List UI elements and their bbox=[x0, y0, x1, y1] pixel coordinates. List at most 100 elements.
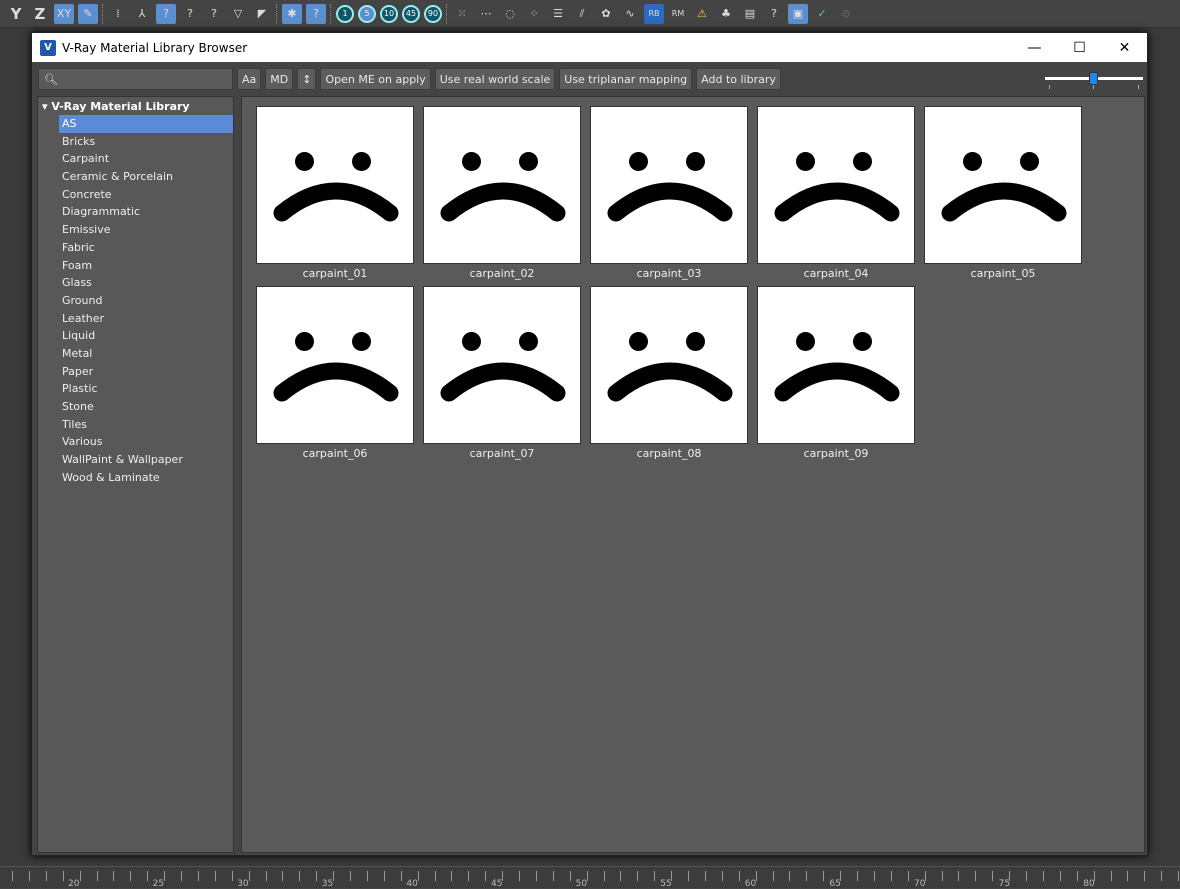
material-name: carpaint_03 bbox=[636, 267, 702, 280]
material-name: carpaint_01 bbox=[302, 267, 368, 280]
angle-snap-5[interactable]: 5 bbox=[358, 4, 376, 23]
close-button[interactable]: ✕ bbox=[1102, 40, 1147, 56]
tree-item[interactable]: Fabric bbox=[59, 239, 233, 257]
tree-item[interactable]: Carpaint bbox=[59, 150, 233, 168]
minimize-button[interactable]: — bbox=[1012, 40, 1057, 56]
ruler-tick bbox=[45, 871, 47, 881]
material-card[interactable]: carpaint_07 bbox=[423, 286, 581, 466]
missing-preview-icon[interactable] bbox=[423, 286, 581, 444]
tree-item[interactable]: Glass bbox=[59, 274, 233, 292]
tree-item[interactable]: Leather bbox=[59, 310, 233, 328]
ruler-tick bbox=[519, 871, 520, 881]
tree-item[interactable]: Metal bbox=[59, 345, 233, 363]
tree-item[interactable]: Paper bbox=[59, 363, 233, 381]
ruler-tick bbox=[552, 871, 554, 881]
missing-preview-icon[interactable] bbox=[757, 106, 915, 264]
tree-item[interactable]: Stone bbox=[59, 398, 233, 416]
snap-vertex-icon[interactable]: ? bbox=[156, 3, 176, 24]
tree-item[interactable]: Various bbox=[59, 433, 233, 451]
angle-snap-90[interactable]: 90 bbox=[424, 4, 442, 23]
sort-button[interactable]: ↕ bbox=[297, 68, 317, 90]
check-icon[interactable]: ✓ bbox=[812, 4, 832, 24]
tree-item[interactable]: Foam bbox=[59, 257, 233, 275]
real-world-scale-button[interactable]: Use real world scale bbox=[434, 68, 556, 90]
snap-midpoint-icon[interactable]: ? bbox=[204, 4, 224, 24]
ruler-tick bbox=[535, 871, 537, 881]
tree-item[interactable]: Wood & Laminate bbox=[59, 469, 233, 487]
material-name: carpaint_08 bbox=[636, 447, 702, 460]
material-card[interactable]: carpaint_06 bbox=[256, 286, 414, 466]
snap-face-icon[interactable]: ▽ bbox=[228, 4, 248, 24]
paint-icon[interactable]: ✿ bbox=[596, 4, 616, 24]
list-icon[interactable]: ▤ bbox=[740, 4, 760, 24]
missing-preview-icon[interactable] bbox=[590, 286, 748, 444]
snap-tangent-icon[interactable]: ◤ bbox=[252, 4, 272, 24]
axis-z-button[interactable]: Z bbox=[30, 4, 50, 24]
tree-item[interactable]: Concrete bbox=[59, 186, 233, 204]
tree-item[interactable]: Ceramic & Porcelain bbox=[59, 168, 233, 186]
align-icon[interactable]: ⁘ bbox=[524, 4, 544, 24]
material-card[interactable]: carpaint_05 bbox=[924, 106, 1082, 286]
angle-snap-1[interactable]: 1 bbox=[336, 4, 354, 23]
material-card[interactable]: carpaint_09 bbox=[757, 286, 915, 466]
search-input[interactable]: 🔍︎ bbox=[38, 68, 233, 90]
missing-preview-icon[interactable] bbox=[757, 286, 915, 444]
missing-preview-icon[interactable] bbox=[256, 286, 414, 444]
snap-options-icon[interactable]: ✱ bbox=[282, 3, 302, 24]
angle-snap-45[interactable]: 45 bbox=[402, 4, 420, 23]
render-manager-icon[interactable]: RM bbox=[668, 4, 688, 24]
render-button-icon[interactable]: RB bbox=[644, 3, 664, 24]
warning-icon[interactable]: ⚠ bbox=[692, 4, 712, 24]
help-icon[interactable]: ? bbox=[764, 4, 784, 24]
tree-item[interactable]: Emissive bbox=[59, 221, 233, 239]
tree-item[interactable]: Liquid bbox=[59, 327, 233, 345]
ruler-tick bbox=[1026, 871, 1027, 881]
curve-icon[interactable]: ∿ bbox=[620, 4, 640, 24]
axis-constraint-icon[interactable]: ✎ bbox=[78, 3, 98, 24]
array-icon[interactable]: ⁙ bbox=[452, 4, 472, 24]
axis-xy-button[interactable]: XY bbox=[54, 3, 74, 24]
maximize-button[interactable]: ☐ bbox=[1057, 40, 1102, 56]
angle-snap-10[interactable]: 10 bbox=[380, 4, 398, 23]
material-card[interactable]: carpaint_03 bbox=[590, 106, 748, 286]
missing-preview-icon[interactable] bbox=[924, 106, 1082, 264]
tree-item[interactable]: WallPaint & Wallpaper bbox=[59, 451, 233, 469]
ruler-tick bbox=[1127, 871, 1129, 881]
material-card[interactable]: carpaint_02 bbox=[423, 106, 581, 286]
layers-icon[interactable]: ☰ bbox=[548, 4, 568, 24]
separator bbox=[276, 3, 278, 24]
md-button[interactable]: MD bbox=[265, 68, 294, 90]
match-case-button[interactable]: Aa bbox=[237, 68, 262, 90]
open-me-on-apply-button[interactable]: Open ME on apply bbox=[320, 68, 431, 90]
tree-item[interactable]: Plastic bbox=[59, 380, 233, 398]
snap-pivot-icon[interactable]: ⅄ bbox=[132, 4, 152, 24]
snap-edge-icon[interactable]: ? bbox=[180, 4, 200, 24]
timeline-ruler[interactable]: 20 25 30 35 40 45 50 55 60 65 70 75 80 bbox=[0, 866, 1180, 889]
snap-grid-icon[interactable]: ⁞ bbox=[108, 4, 128, 24]
tree-item[interactable]: Bricks bbox=[59, 133, 233, 151]
tree-item[interactable]: Diagrammatic bbox=[59, 203, 233, 221]
thumbnail-size-slider[interactable] bbox=[1045, 71, 1143, 91]
tree-item[interactable]: AS bbox=[59, 115, 233, 133]
tree-root[interactable]: ▾ V-Ray Material Library bbox=[38, 98, 233, 115]
material-card[interactable]: carpaint_04 bbox=[757, 106, 915, 286]
selection-icon[interactable]: ◌ bbox=[500, 4, 520, 24]
mirror-icon[interactable]: ⫽ bbox=[572, 4, 592, 24]
tree-item[interactable]: Tiles bbox=[59, 416, 233, 434]
ruler-tick bbox=[772, 871, 774, 881]
spacing-icon[interactable]: ⋯ bbox=[476, 4, 496, 24]
tree-item[interactable]: Ground bbox=[59, 292, 233, 310]
material-card[interactable]: carpaint_08 bbox=[590, 286, 748, 466]
missing-preview-icon[interactable] bbox=[590, 106, 748, 264]
triplanar-mapping-button[interactable]: Use triplanar mapping bbox=[559, 68, 693, 90]
light-icon[interactable]: ♣ bbox=[716, 4, 736, 24]
snap-toggle-icon[interactable]: ? bbox=[306, 3, 326, 24]
save-icon[interactable]: ▣ bbox=[788, 3, 808, 24]
slider-thumb[interactable] bbox=[1089, 72, 1098, 85]
missing-preview-icon[interactable] bbox=[423, 106, 581, 264]
add-to-library-button[interactable]: Add to library bbox=[696, 68, 781, 90]
main-toolbar: Y Z XY ✎ ⁞ ⅄ ? ? ? ▽ ◤ ✱ ? 1 5 10 45 90 … bbox=[0, 0, 1180, 28]
axis-y-button[interactable]: Y bbox=[6, 4, 26, 24]
material-card[interactable]: carpaint_01 bbox=[256, 106, 414, 286]
missing-preview-icon[interactable] bbox=[256, 106, 414, 264]
